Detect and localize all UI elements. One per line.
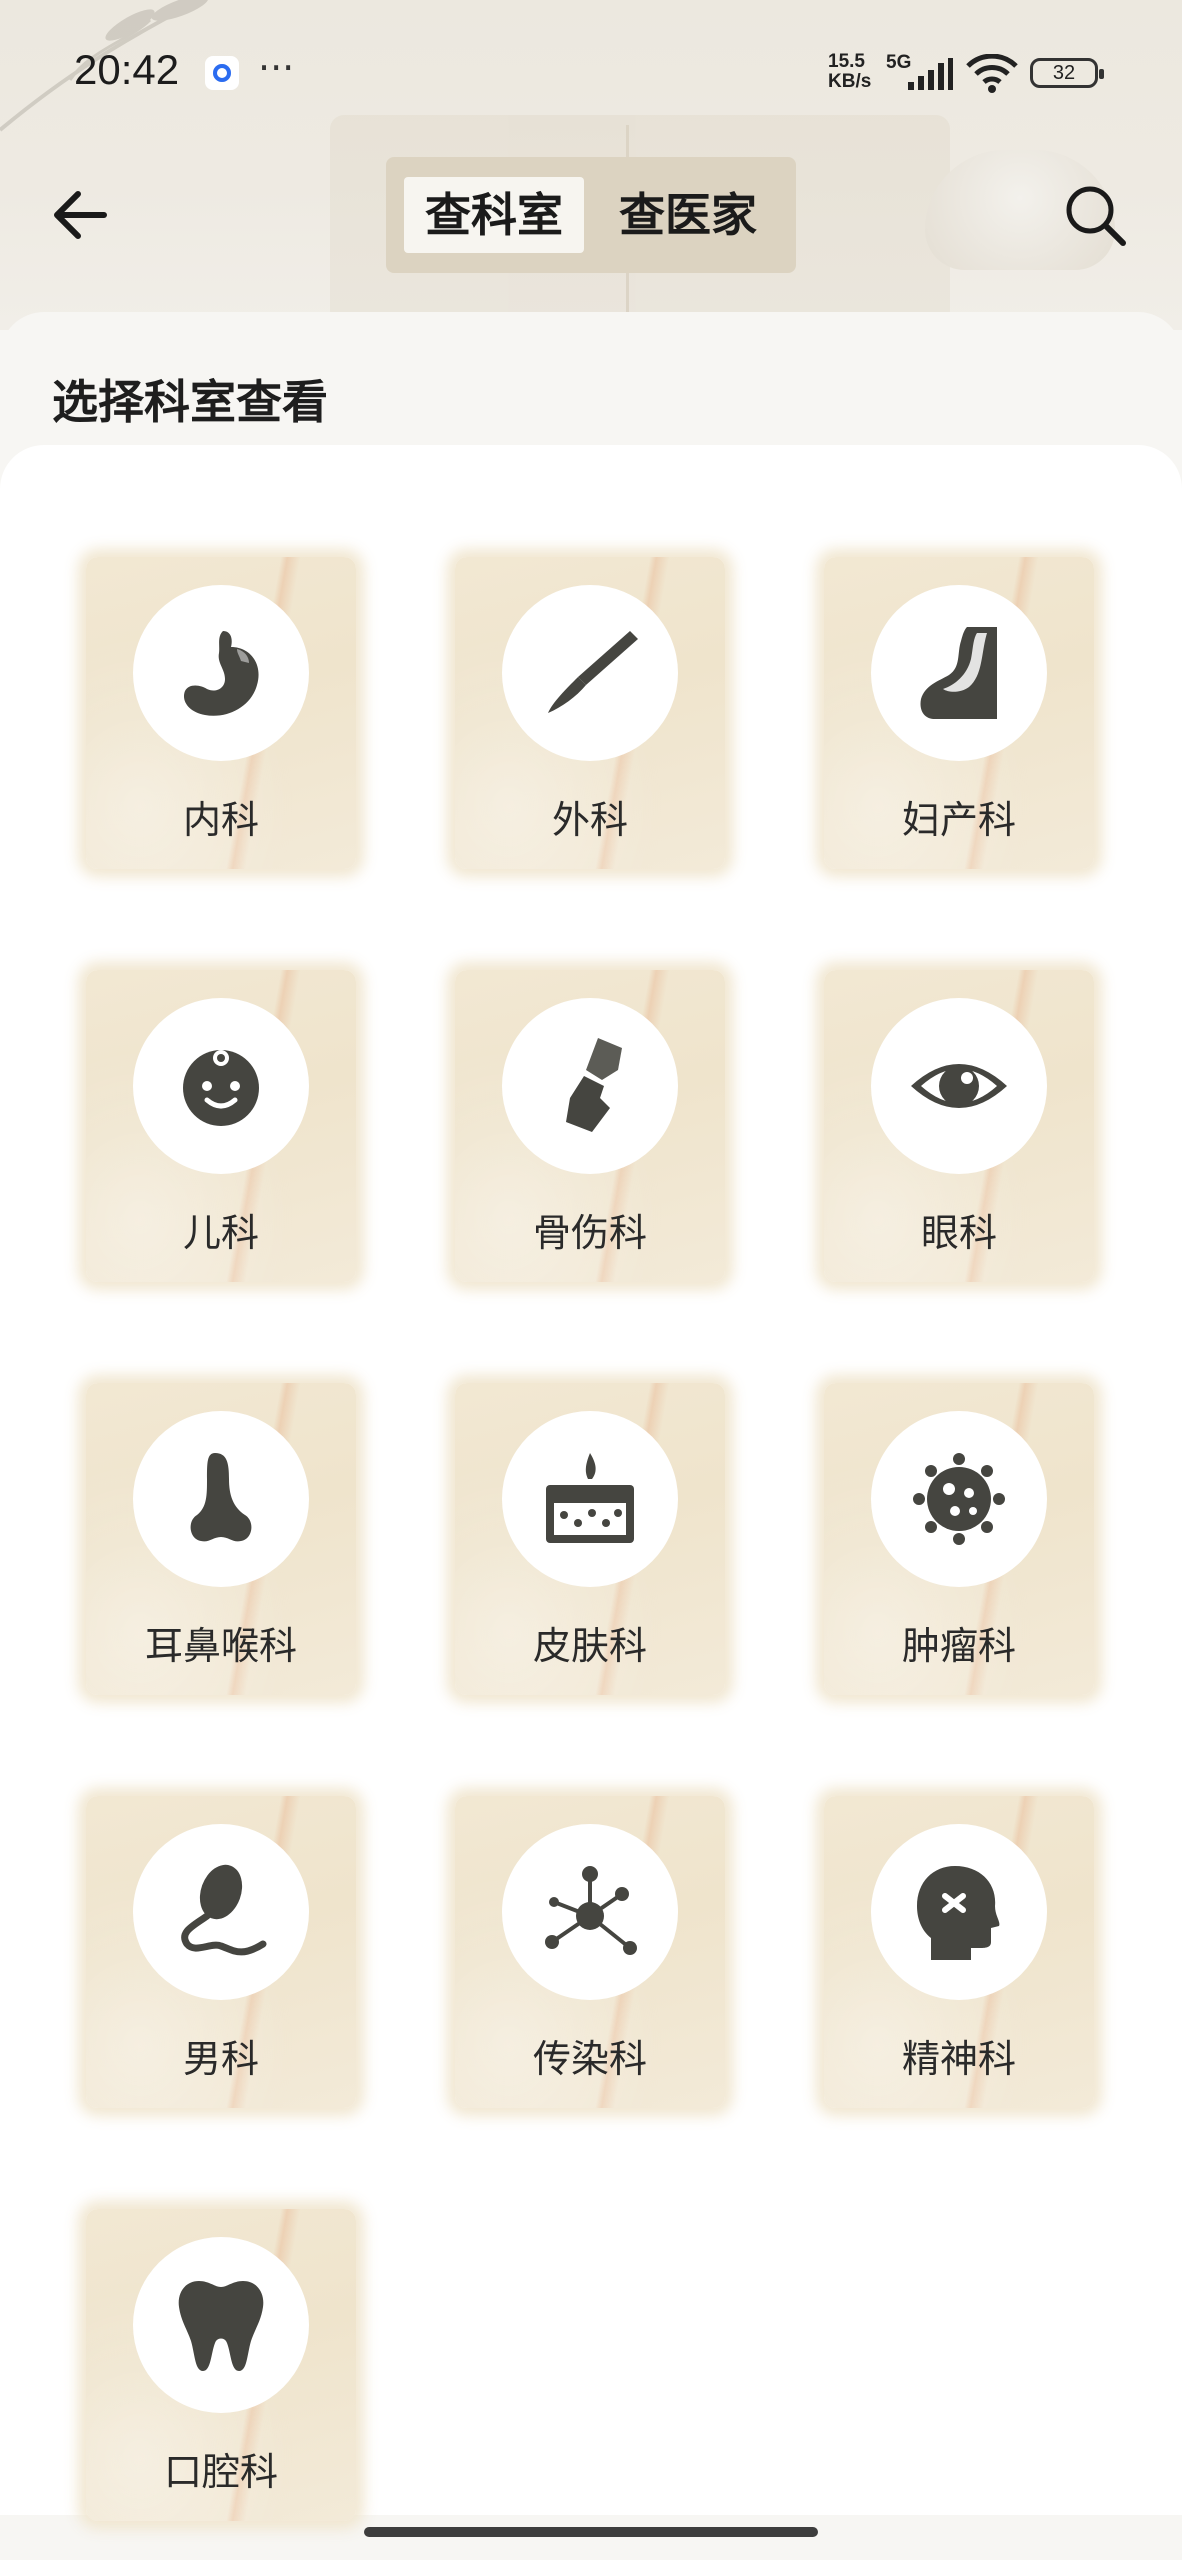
icon-circle — [871, 1824, 1047, 2000]
icon-circle — [871, 585, 1047, 761]
icon-circle — [502, 1824, 678, 2000]
section-title: 选择科室查看 — [52, 375, 328, 429]
icon-circle — [133, 998, 309, 1174]
department-label: 内科 — [182, 798, 259, 842]
search-icon[interactable] — [1062, 182, 1128, 248]
department-label: 骨伤科 — [532, 1211, 647, 1255]
skin-layer-icon — [546, 1453, 634, 1543]
sperm-icon — [181, 1864, 267, 1956]
tab-doctors[interactable]: 查医家 — [598, 177, 778, 253]
department-card-ent[interactable]: 耳鼻喉科 — [86, 1383, 356, 1695]
signal-icon — [908, 58, 953, 90]
department-label: 皮肤科 — [532, 1624, 647, 1668]
department-card-andrology[interactable]: 男科 — [86, 1796, 356, 2108]
virus-molecule-icon — [545, 1866, 637, 1955]
icon-circle — [502, 1411, 678, 1587]
battery-indicator: 32 — [1030, 58, 1104, 88]
home-indicator[interactable] — [364, 2527, 818, 2537]
icon-circle — [133, 2237, 309, 2413]
department-card-psychiatry[interactable]: 精神科 — [824, 1796, 1094, 2108]
tumor-cell-icon — [913, 1453, 1005, 1545]
baby-face-icon — [183, 1050, 259, 1126]
status-bar: 20:42 ··· 15.5 KB/s 5G 32 — [0, 0, 1182, 150]
wifi-icon — [966, 54, 1018, 93]
icon-circle — [502, 585, 678, 761]
tooth-icon — [178, 2281, 264, 2371]
eye-icon — [911, 1064, 1007, 1108]
bone-joint-icon — [566, 1038, 622, 1132]
department-label: 耳鼻喉科 — [144, 1624, 297, 1668]
department-card-dermatology[interactable]: 皮肤科 — [455, 1383, 725, 1695]
department-label: 眼科 — [920, 1211, 997, 1255]
stomach-icon — [183, 631, 259, 716]
tab-departments[interactable]: 查科室 — [404, 177, 584, 253]
icon-circle — [871, 1411, 1047, 1587]
department-label: 妇产科 — [901, 798, 1016, 842]
status-time: 20:42 — [74, 46, 180, 93]
search-mode-toggle: 查科室 查医家 — [386, 157, 796, 273]
head-profile-icon — [917, 1866, 1000, 1960]
department-card-oncology[interactable]: 肿瘤科 — [824, 1383, 1094, 1695]
nose-icon — [190, 1453, 252, 1542]
department-card-infectious-disease[interactable]: 传染科 — [455, 1796, 725, 2108]
department-label: 精神科 — [901, 2037, 1016, 2081]
app-notification-icon — [205, 56, 239, 90]
department-label: 传染科 — [532, 2037, 647, 2081]
back-arrow-icon[interactable] — [48, 182, 114, 248]
department-card-ophthalmology[interactable]: 眼科 — [824, 970, 1094, 1282]
department-label: 男科 — [182, 2037, 259, 2081]
uterus-icon — [920, 627, 997, 719]
icon-circle — [133, 1411, 309, 1587]
department-label: 儿科 — [182, 1211, 259, 1255]
network-speed: 15.5 KB/s — [828, 51, 872, 92]
department-card-orthopedics[interactable]: 骨伤科 — [455, 970, 725, 1282]
department-card-pediatrics[interactable]: 儿科 — [86, 970, 356, 1282]
icon-circle — [133, 1824, 309, 2000]
department-label: 肿瘤科 — [901, 1624, 1016, 1668]
department-card-internal-medicine[interactable]: 内科 — [86, 557, 356, 869]
department-card-surgery[interactable]: 外科 — [455, 557, 725, 869]
department-label: 外科 — [551, 798, 628, 842]
icon-circle — [871, 998, 1047, 1174]
department-card-stomatology[interactable]: 口腔科 — [86, 2209, 356, 2521]
icon-circle — [502, 998, 678, 1174]
department-card-obstetrics-gynecology[interactable]: 妇产科 — [824, 557, 1094, 869]
department-label: 口腔科 — [163, 2450, 278, 2494]
scalpel-icon — [548, 631, 638, 713]
more-notifications-icon: ··· — [258, 46, 295, 90]
icon-circle — [133, 585, 309, 761]
